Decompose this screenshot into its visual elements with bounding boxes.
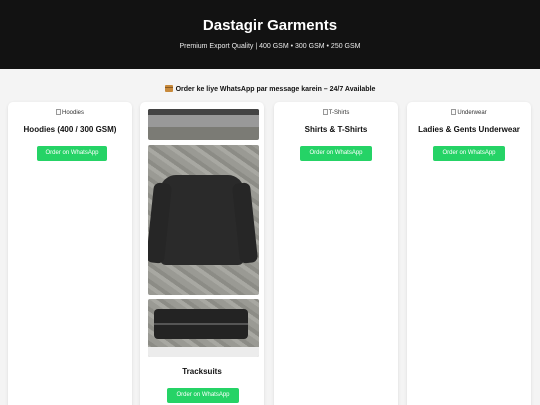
product-card-tshirts: T-Shirts Shirts & T-Shirts Order on What…	[274, 102, 398, 405]
product-name: Hoodies (400 / 300 GSM)	[23, 125, 117, 134]
order-whatsapp-button[interactable]: Order on WhatsApp	[433, 146, 505, 161]
product-name: Ladies & Gents Underwear	[418, 125, 520, 134]
product-photo-sweatshirt	[148, 145, 259, 295]
product-name: Shirts & T-Shirts	[304, 125, 368, 134]
order-whatsapp-button[interactable]: Order on WhatsApp	[167, 388, 239, 403]
order-whatsapp-button[interactable]: Order on WhatsApp	[300, 146, 372, 161]
site-header: Dastagir Garments Premium Export Quality…	[0, 0, 540, 69]
product-card-underwear: Underwear Ladies & Gents Underwear Order…	[407, 102, 531, 405]
order-whatsapp-button[interactable]: Order on WhatsApp	[37, 146, 107, 161]
product-image-tshirts: T-Shirts	[274, 109, 398, 116]
broken-image-icon	[55, 109, 61, 115]
image-alt-text: T-Shirts	[328, 110, 350, 116]
pants-shape	[154, 309, 248, 339]
product-image-hoodies: Hoodies	[8, 109, 132, 116]
package-icon	[164, 85, 173, 92]
product-card-tracksuits: Tracksuits Order on WhatsApp	[140, 102, 264, 405]
order-notice: Order ke liye WhatsApp par message karei…	[0, 85, 540, 93]
product-image-underwear: Underwear	[407, 109, 531, 116]
product-photo-pants	[148, 299, 259, 357]
photo-nav-bar	[148, 347, 259, 357]
sweatshirt-shape	[160, 175, 244, 265]
product-photo	[148, 109, 259, 140]
broken-image-icon	[451, 109, 457, 115]
image-alt-text: Underwear	[457, 110, 487, 116]
order-notice-text: Order ke liye WhatsApp par message karei…	[175, 86, 376, 93]
broken-image-icon	[322, 109, 328, 115]
product-name: Tracksuits	[182, 367, 222, 376]
site-subtitle: Premium Export Quality | 400 GSM • 300 G…	[179, 43, 361, 50]
site-title: Dastagir Garments	[202, 17, 338, 34]
product-card-hoodies: Hoodies Hoodies (400 / 300 GSM) Order on…	[8, 102, 132, 405]
photo-status-bar	[148, 109, 259, 115]
image-alt-text: Hoodies	[61, 110, 84, 116]
